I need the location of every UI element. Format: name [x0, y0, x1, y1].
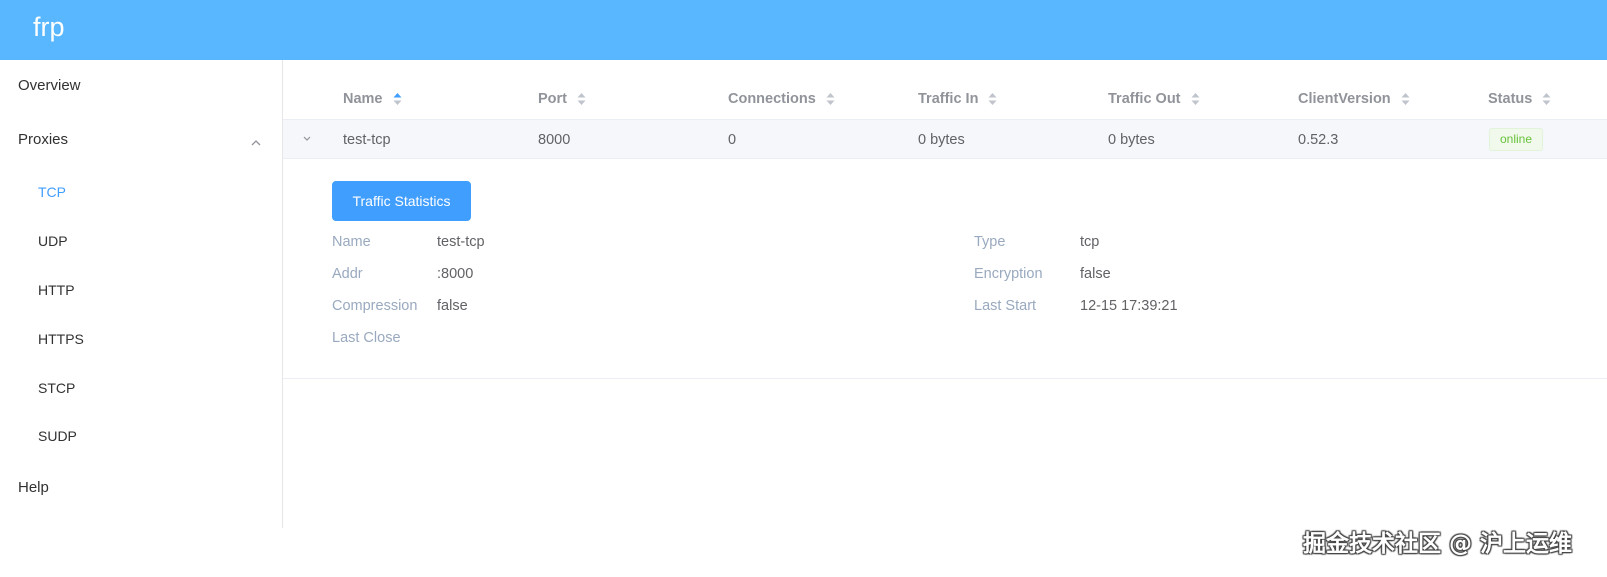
detail-value-name: test-tcp — [437, 234, 485, 250]
watermark: 掘金技术社区 @ 沪上运维 — [1303, 531, 1573, 557]
detail-label-compression: Compression — [332, 298, 418, 314]
cell-traffic-in: 0 bytes — [918, 132, 965, 148]
sidebar-item-https[interactable]: HTTPS — [38, 329, 84, 349]
column-header-name[interactable]: Name — [343, 89, 402, 109]
detail-value-addr: :8000 — [437, 266, 474, 282]
column-header-port[interactable]: Port — [538, 89, 586, 109]
status-badge: online — [1489, 128, 1544, 151]
detail-label-last-close: Last Close — [332, 330, 401, 346]
column-header-label: Connections — [728, 91, 816, 108]
table-divider — [283, 378, 1607, 379]
detail-value-encryption: false — [1080, 266, 1111, 282]
cell-client-version: 0.52.3 — [1298, 132, 1339, 148]
column-header-traffic-in[interactable]: Traffic In — [918, 89, 997, 109]
sidebar-item-http[interactable]: HTTP — [38, 280, 75, 300]
traffic-statistics-button[interactable]: Traffic Statistics — [332, 181, 471, 221]
sort-caret-icon[interactable] — [1191, 92, 1200, 106]
proxies-table-panel: Name Port Connections Traffic In Traffic… — [283, 60, 1607, 528]
sidebar-item-stcp[interactable]: STCP — [38, 378, 75, 398]
sort-caret-icon[interactable] — [988, 92, 997, 106]
detail-label-encryption: Encryption — [974, 266, 1043, 282]
sidebar-item-overview[interactable]: Overview — [18, 76, 81, 96]
sidebar: Overview Proxies TCP UDP HTTP HTTPS STCP… — [0, 60, 283, 528]
chevron-down-icon[interactable] — [301, 134, 313, 144]
sort-caret-icon[interactable] — [1542, 92, 1551, 106]
column-header-label: ClientVersion — [1298, 91, 1391, 108]
column-header-label: Status — [1488, 91, 1533, 108]
detail-label-type: Type — [974, 234, 1006, 250]
detail-value-type: tcp — [1080, 234, 1100, 250]
sort-caret-icon[interactable] — [393, 92, 402, 106]
detail-label-name: Name — [332, 234, 371, 250]
cell-port: 8000 — [538, 132, 571, 148]
column-header-label: Traffic In — [918, 91, 979, 108]
chevron-up-icon[interactable] — [249, 138, 263, 148]
column-header-client-version[interactable]: ClientVersion — [1298, 89, 1410, 109]
sort-caret-icon[interactable] — [577, 92, 586, 106]
app-title[interactable]: frp — [33, 12, 65, 42]
sidebar-item-udp[interactable]: UDP — [38, 231, 68, 251]
detail-label-last-start: Last Start — [974, 298, 1037, 314]
sidebar-item-tcp[interactable]: TCP — [38, 182, 66, 202]
sidebar-item-proxies[interactable]: Proxies — [18, 130, 68, 150]
top-header: frp — [0, 0, 1607, 60]
detail-value-last-start: 12-15 17:39:21 — [1080, 298, 1178, 314]
cell-name: test-tcp — [343, 132, 391, 148]
column-header-status[interactable]: Status — [1488, 89, 1551, 109]
column-header-label: Traffic Out — [1108, 91, 1181, 108]
sidebar-item-sudp[interactable]: SUDP — [38, 426, 77, 446]
column-header-label: Name — [343, 91, 383, 108]
cell-traffic-out: 0 bytes — [1108, 132, 1155, 148]
sort-caret-icon[interactable] — [1401, 92, 1410, 106]
detail-value-compression: false — [437, 298, 468, 314]
column-header-traffic-out[interactable]: Traffic Out — [1108, 89, 1200, 109]
cell-connections: 0 — [728, 132, 737, 148]
detail-label-addr: Addr — [332, 266, 363, 282]
column-header-connections[interactable]: Connections — [728, 89, 835, 109]
sort-caret-icon[interactable] — [826, 92, 835, 106]
sidebar-item-help[interactable]: Help — [18, 478, 49, 498]
column-header-label: Port — [538, 91, 567, 108]
